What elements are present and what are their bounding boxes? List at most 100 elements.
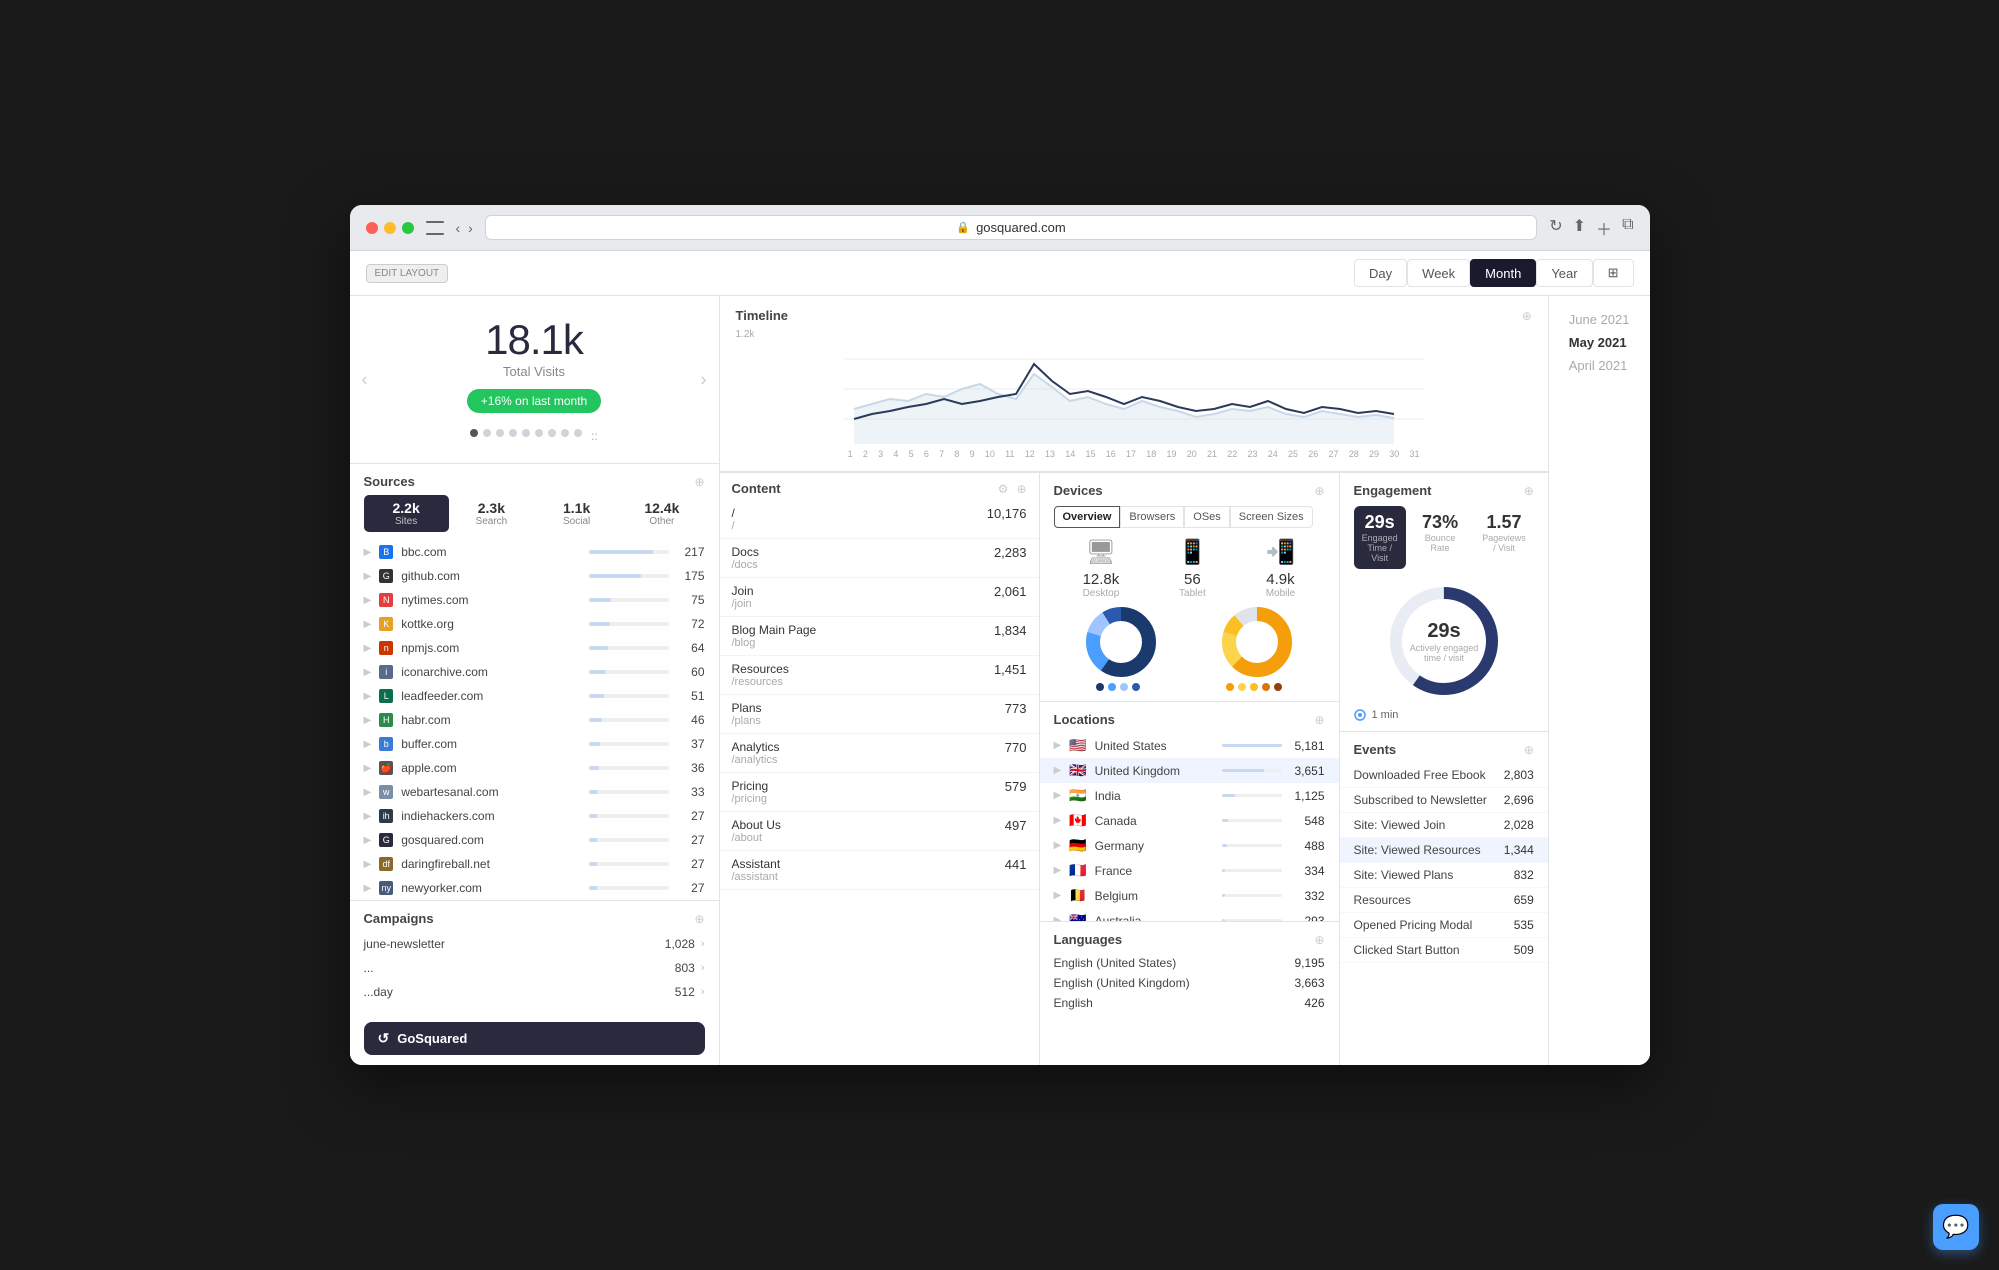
content-settings-icon[interactable]: ⊕ [1016,482,1026,496]
time-week-button[interactable]: Week [1407,259,1470,287]
list-item[interactable]: ▶ G github.com 175 [350,564,719,588]
sidebar-toggle[interactable] [426,221,444,235]
list-item[interactable]: ▶ 🇧🇪 Belgium 332 [1040,883,1339,908]
hero-prev-button[interactable]: ‹ [362,369,368,390]
engaged-time-stat[interactable]: 29s Engaged Time / Visit [1354,506,1406,569]
campaigns-settings-icon[interactable]: ⊕ [694,912,704,926]
list-item[interactable]: ▶ G gosquared.com 27 [350,828,719,852]
list-item[interactable]: Docs /docs 2,283 [720,539,1039,578]
list-item[interactable]: Join /join 2,061 [720,578,1039,617]
list-item[interactable]: ▶ 🍎 apple.com 36 [350,756,719,780]
list-item[interactable]: ▶ N nytimes.com 75 [350,588,719,612]
refresh-icon[interactable]: ↻ [1549,216,1562,240]
list-item[interactable]: ▶ 🇨🇦 Canada 548 [1040,808,1339,833]
list-item[interactable]: About Us /about 497 [720,812,1039,851]
locations-settings-icon[interactable]: ⊕ [1314,713,1324,727]
list-item[interactable]: ▶ H habr.com 46 [350,708,719,732]
browser-back-forward[interactable]: ‹ › [456,220,473,236]
time-year-button[interactable]: Year [1536,259,1592,287]
list-item[interactable]: Site: Viewed Resources 1,344 [1340,838,1548,863]
pageviews-stat[interactable]: 1.57 Pageviews / Visit [1474,506,1534,569]
back-icon[interactable]: ‹ [456,220,461,236]
sources-settings-icon[interactable]: ⊕ [694,475,704,489]
list-item[interactable]: ▶ i iconarchive.com 60 [350,660,719,684]
time-month-button[interactable]: Month [1470,259,1536,287]
content-gear-icon[interactable]: ⚙ [998,482,1009,496]
expand-icon: ▶ [1054,840,1062,851]
list-item[interactable]: English 426 [1040,993,1339,1013]
list-item[interactable]: ▶ 🇦🇺 Australia 293 [1040,908,1339,922]
lock-icon: 🔒 [956,221,970,234]
list-item[interactable]: Analytics /analytics 770 [720,734,1039,773]
hero-next-button[interactable]: › [701,369,707,390]
date-june[interactable]: June 2021 [1569,310,1630,329]
list-item[interactable]: ▶ w webartesanal.com 33 [350,780,719,804]
sources-tab-other[interactable]: 12.4k Other [619,495,704,532]
sources-tab-search[interactable]: 2.3k Search [449,495,534,532]
list-item[interactable]: ▶ 🇮🇳 India 1,125 [1040,783,1339,808]
content-list: / / 10,176 Docs /docs 2,283 [720,500,1039,890]
list-item[interactable]: ▶ K kottke.org 72 [350,612,719,636]
list-item[interactable]: ▶ ny newyorker.com 27 [350,876,719,900]
date-april[interactable]: April 2021 [1569,356,1630,375]
tab-oses[interactable]: OSes [1184,506,1230,528]
list-item[interactable]: ▶ ih indiehackers.com 27 [350,804,719,828]
list-item[interactable]: Clicked Start Button 509 [1340,938,1548,963]
list-item[interactable]: ▶ 🇫🇷 France 334 [1040,858,1339,883]
list-item[interactable]: Blog Main Page /blog 1,834 [720,617,1039,656]
desktop-icon: 🖥 [1083,538,1120,567]
maximize-button[interactable] [402,222,414,234]
url-bar[interactable]: 🔒 gosquared.com [485,215,1537,240]
forward-icon[interactable]: › [468,220,473,236]
bounce-rate-stat[interactable]: 73% Bounce Rate [1414,506,1466,569]
tabs-icon[interactable]: ⧉ [1622,216,1633,240]
list-item[interactable]: ▶ n npmjs.com 64 [350,636,719,660]
sources-tab-social[interactable]: 1.1k Social [534,495,619,532]
list-item[interactable]: ▶ df daringfireball.net 27 [350,852,719,876]
expand-icon: ▶ [364,787,372,798]
new-tab-icon[interactable]: ＋ [1596,216,1612,240]
list-item[interactable]: Plans /plans 773 [720,695,1039,734]
tab-browsers[interactable]: Browsers [1120,506,1184,528]
list-item[interactable]: Resources /resources 1,451 [720,656,1039,695]
list-item[interactable]: Subscribed to Newsletter 2,696 [1340,788,1548,813]
list-item[interactable]: Resources 659 [1340,888,1548,913]
list-item[interactable]: Site: Viewed Plans 832 [1340,863,1548,888]
list-item[interactable]: / / 10,176 [720,500,1039,539]
list-item[interactable]: Pricing /pricing 579 [720,773,1039,812]
timeline-settings-icon[interactable]: ⊕ [1522,309,1532,323]
date-may[interactable]: May 2021 [1569,333,1630,352]
share-icon[interactable]: ⬆ [1573,216,1586,240]
list-item[interactable]: ▶ 🇺🇸 United States 5,181 [1040,733,1339,758]
tab-screen-sizes[interactable]: Screen Sizes [1230,506,1313,528]
list-item[interactable]: Site: Viewed Join 2,028 [1340,813,1548,838]
list-item[interactable]: ▶ 🇩🇪 Germany 488 [1040,833,1339,858]
list-item[interactable]: English (United States) 9,195 [1040,953,1339,973]
list-item[interactable]: Opened Pricing Modal 535 [1340,913,1548,938]
devices-settings-icon[interactable]: ⊕ [1314,484,1324,498]
languages-settings-icon[interactable]: ⊕ [1314,933,1324,947]
engagement-settings-icon[interactable]: ⊕ [1524,484,1534,498]
tab-overview[interactable]: Overview [1054,506,1121,528]
middle-sections: Timeline ⊕ 1.2k [720,296,1548,1065]
list-item[interactable]: ... 803 › [350,956,719,980]
events-title: Events [1354,742,1397,757]
gosquared-logo[interactable]: ↺ GoSquared [364,1022,705,1055]
time-day-button[interactable]: Day [1354,259,1407,287]
list-item[interactable]: English (United Kingdom) 3,663 [1040,973,1339,993]
close-button[interactable] [366,222,378,234]
list-item[interactable]: ▶ L leadfeeder.com 51 [350,684,719,708]
list-item[interactable]: ▶ B bbc.com 217 [350,540,719,564]
minimize-button[interactable] [384,222,396,234]
events-settings-icon[interactable]: ⊕ [1524,743,1534,757]
list-item[interactable]: ▶ 🇬🇧 United Kingdom 3,651 [1040,758,1339,783]
legend-dot [1250,683,1258,691]
calendar-icon-button[interactable]: ⊞ [1593,259,1634,287]
list-item[interactable]: ...day 512 › [350,980,719,1004]
list-item[interactable]: ▶ b buffer.com 37 [350,732,719,756]
edit-layout-button[interactable]: EDIT LAYOUT [366,264,449,283]
sources-tab-sites[interactable]: 2.2k Sites [364,495,449,532]
list-item[interactable]: Assistant /assistant 441 [720,851,1039,890]
list-item[interactable]: Downloaded Free Ebook 2,803 [1340,763,1548,788]
list-item[interactable]: june-newsletter 1,028 › [350,932,719,956]
